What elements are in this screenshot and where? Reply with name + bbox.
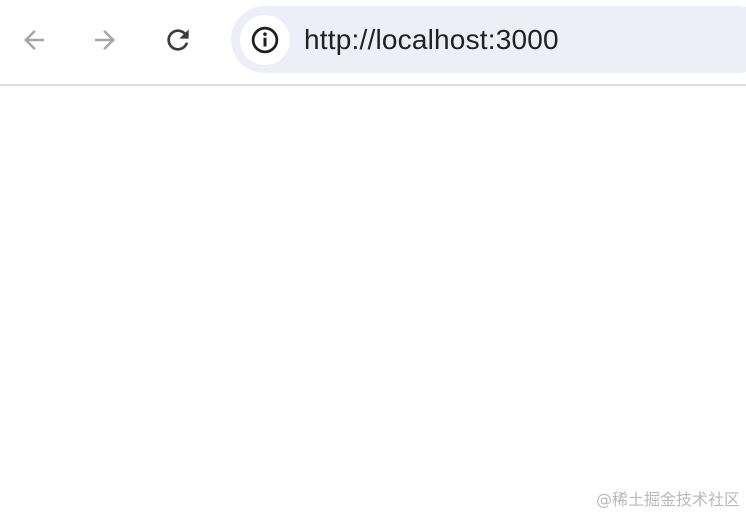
- address-bar[interactable]: http://localhost:3000: [231, 6, 746, 73]
- arrow-right-icon: [95, 30, 115, 50]
- back-button[interactable]: [14, 20, 54, 60]
- watermark: @稀土掘金技术社区: [595, 490, 740, 509]
- browser-toolbar: http://localhost:3000: [0, 0, 746, 86]
- page-content: [0, 86, 746, 518]
- url-text[interactable]: http://localhost:3000: [304, 23, 559, 57]
- reload-button[interactable]: [158, 20, 198, 60]
- info-icon: [251, 26, 279, 54]
- reload-icon: [167, 29, 189, 51]
- site-info-button[interactable]: [240, 15, 290, 65]
- forward-button[interactable]: [85, 20, 125, 60]
- arrow-left-icon: [24, 30, 44, 50]
